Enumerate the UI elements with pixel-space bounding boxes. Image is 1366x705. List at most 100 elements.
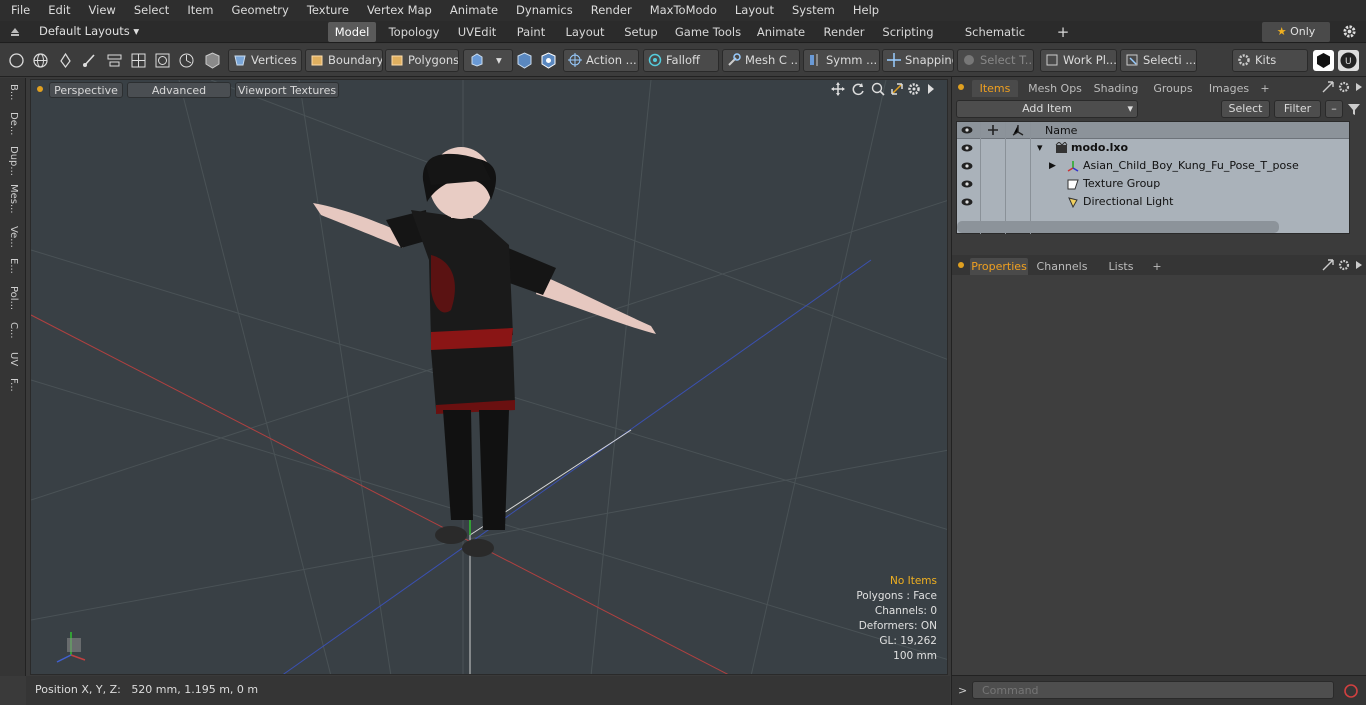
items-add-tab-button[interactable]: + [1258,80,1272,97]
vertices-button[interactable]: Vertices [228,49,302,72]
material-dropdown[interactable]: ▾ [463,49,513,72]
left-tab-uv[interactable]: UV [3,352,23,366]
command-input[interactable] [972,681,1334,699]
expand-arrow-icon[interactable]: ▶ [1049,157,1056,175]
visibility-eye-icon[interactable] [961,196,973,208]
tab-scripting[interactable]: Scripting [878,22,938,42]
left-tab-duplicate[interactable]: Dup... [3,146,23,176]
clock-icon[interactable] [178,52,195,69]
menu-vertex-map[interactable]: Vertex Map [356,0,439,21]
menu-texture[interactable]: Texture [296,0,356,21]
tab-channels[interactable]: Channels [1034,258,1090,275]
menu-layout[interactable]: Layout [724,0,781,21]
properties-add-tab-button[interactable]: + [1150,258,1164,275]
menu-file[interactable]: File [0,0,37,21]
tab-groups[interactable]: Groups [1148,80,1198,97]
maximize-icon[interactable] [890,82,904,96]
snapping-button[interactable]: Snapping [882,49,954,72]
globe-icon[interactable] [32,52,49,69]
items-maximize-icon[interactable] [1322,81,1334,93]
viewport-gear-icon[interactable] [907,82,921,96]
item-row-mesh[interactable]: ▶ Asian_Child_Boy_Kung_Fu_Pose_T_pose [957,157,1347,175]
menu-select[interactable]: Select [123,0,176,21]
properties-maximize-icon[interactable] [1322,259,1334,271]
align-icon[interactable] [106,52,123,69]
menu-item[interactable]: Item [176,0,220,21]
tab-schematic-fusion[interactable]: Schematic Fusion [946,22,1044,59]
left-tab-polygon[interactable]: Pol... [3,286,23,310]
menu-maxtomodo[interactable]: MaxToModo [639,0,724,21]
items-arrow-icon[interactable] [1354,81,1364,93]
funnel-icon[interactable] [1347,102,1361,116]
square-circle-icon[interactable] [154,52,171,69]
add-tab-button[interactable]: + [1054,22,1072,42]
menu-view[interactable]: View [78,0,123,21]
tab-layout[interactable]: Layout [560,22,610,42]
menu-dynamics[interactable]: Dynamics [505,0,580,21]
properties-arrow-icon[interactable] [1354,259,1364,271]
visibility-eye-icon[interactable] [961,142,973,154]
select-circle-icon[interactable] [8,52,25,69]
shield-icon[interactable] [204,52,221,69]
modo-cube-icon[interactable] [1313,50,1334,71]
tab-game-tools[interactable]: Game Tools [672,22,744,42]
left-tab-edge[interactable]: E... [3,258,23,274]
properties-gear-icon[interactable] [1338,259,1350,271]
record-icon[interactable] [1343,683,1359,699]
select-through-button[interactable]: Select T... [957,49,1034,72]
symmetry-button[interactable]: Symm ... [803,49,880,72]
left-tab-fusion[interactable]: F... [3,378,23,392]
polygons-button[interactable]: Polygons [385,49,459,72]
tab-shading[interactable]: Shading [1090,80,1142,97]
tab-mesh-ops[interactable]: Mesh Ops [1024,80,1086,97]
only-toggle[interactable]: ★ Only [1262,22,1330,42]
menu-edit[interactable]: Edit [37,0,77,21]
tab-images[interactable]: Images [1202,80,1256,97]
unreal-icon[interactable]: U [1338,50,1359,71]
advanced-button[interactable]: Advanced [127,82,231,98]
menu-render[interactable]: Render [580,0,639,21]
left-tab-basic[interactable]: B... [3,84,23,100]
menu-animate[interactable]: Animate [439,0,505,21]
gear-icon[interactable] [1342,24,1357,39]
boundary-button[interactable]: Boundary [305,49,383,72]
pan-icon[interactable] [831,82,845,96]
zoom-icon[interactable] [871,82,885,96]
brush-icon[interactable] [81,52,98,69]
visibility-eye-icon[interactable] [961,160,973,172]
perspective-button[interactable]: Perspective [49,82,123,98]
mesh-constraint-button[interactable]: Mesh C ... [722,49,800,72]
snap-shield-alt-icon[interactable] [540,52,557,69]
add-item-dropdown[interactable]: Add Item ▾ [956,100,1138,118]
tab-animate[interactable]: Animate [752,22,810,42]
tab-model[interactable]: Model [328,22,376,42]
expand-arrow-icon[interactable]: ▾ [1037,139,1043,157]
layout-menu-icon[interactable] [9,25,21,38]
filter-button[interactable]: Filter [1274,100,1321,118]
item-row-directional-light[interactable]: Directional Light [957,193,1347,211]
collapse-icon[interactable]: – [1325,100,1343,118]
snap-shield-icon[interactable] [516,52,533,69]
items-gear-icon[interactable] [1338,81,1350,93]
layout-preset-dropdown[interactable]: Default Layouts ▾ [39,24,139,38]
menu-system[interactable]: System [781,0,842,21]
viewport-textures-button[interactable]: Viewport Textures [235,82,339,98]
3d-viewport[interactable]: Perspective Advanced Viewport Textures N… [30,79,948,675]
item-row-scene[interactable]: ▾ modo.lxo [957,139,1347,157]
menu-geometry[interactable]: Geometry [221,0,296,21]
left-tab-mesh[interactable]: Mes... [3,184,23,214]
work-plane-button[interactable]: Work Pl... [1040,49,1117,72]
viewport-arrow-icon[interactable] [926,82,936,96]
kits-button[interactable]: Kits [1232,49,1308,72]
action-button[interactable]: Action ... [563,49,639,72]
falloff-button[interactable]: Falloff [643,49,719,72]
tab-properties[interactable]: Properties [970,258,1028,275]
tab-paint[interactable]: Paint [510,22,552,42]
left-tab-curve[interactable]: C... [3,322,23,339]
tab-items[interactable]: Items [972,80,1018,97]
horizontal-scrollbar[interactable] [957,221,1279,233]
grid-icon[interactable] [130,52,147,69]
menu-help[interactable]: Help [842,0,886,21]
tab-setup[interactable]: Setup [618,22,664,42]
tab-uvedit[interactable]: UVEdit [452,22,502,42]
